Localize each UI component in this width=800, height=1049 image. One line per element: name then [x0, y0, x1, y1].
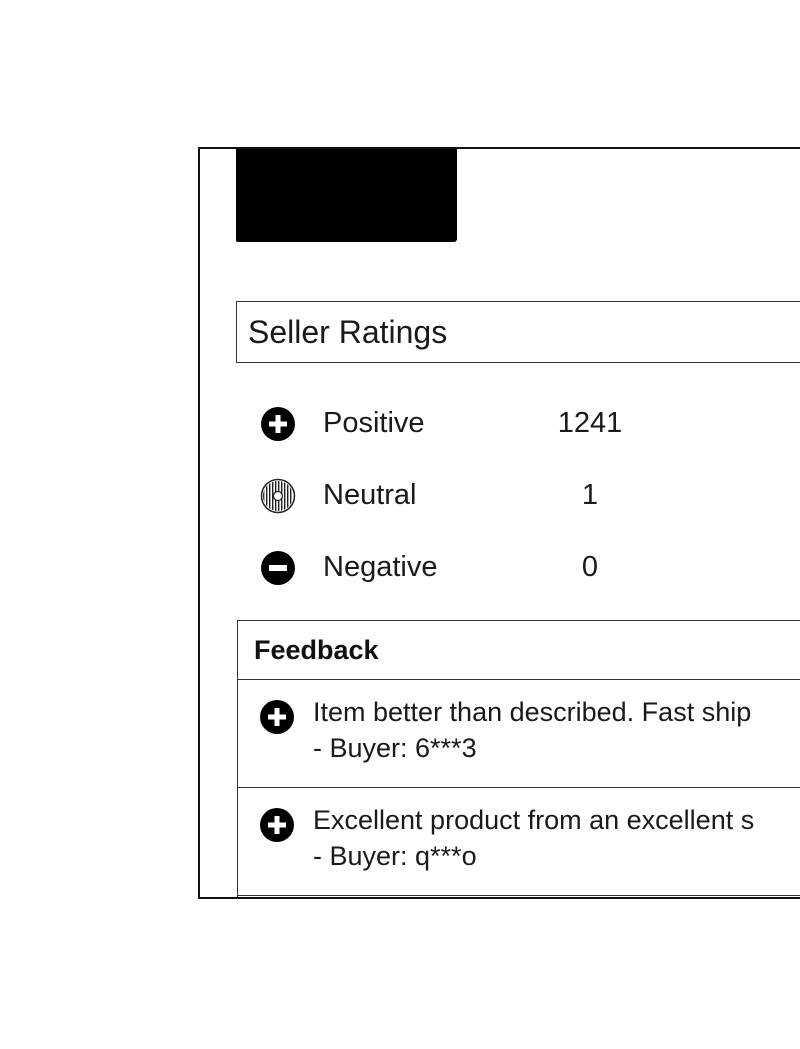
neutral-circle-icon	[260, 478, 296, 514]
redacted-logo-block	[236, 149, 457, 242]
feedback-comment: Excellent product from an excellent s	[313, 805, 755, 835]
feedback-buyer: - Buyer: 6***3	[313, 733, 477, 763]
seller-ratings-title: Seller Ratings	[248, 313, 448, 350]
rating-row-positive: Positive 1241	[260, 402, 760, 446]
seller-profile-frame: Seller Ratings Positive 1241 Neutral 1 N…	[198, 147, 800, 899]
feedback-text: Item better than described. Fast ship - …	[313, 694, 751, 766]
plus-circle-icon	[259, 699, 295, 735]
plus-circle-icon	[260, 406, 296, 442]
plus-circle-icon	[259, 807, 295, 843]
feedback-header: Feedback	[238, 621, 800, 680]
rating-count-negative: 0	[581, 551, 599, 583]
seller-ratings-header: Seller Ratings	[236, 301, 800, 363]
rating-label-positive: Positive	[323, 407, 425, 439]
feedback-buyer: - Buyer: q***o	[313, 841, 477, 871]
rating-count-positive: 1241	[557, 407, 623, 439]
minus-circle-icon	[260, 550, 296, 586]
rating-row-neutral: Neutral 1	[260, 474, 760, 518]
rating-label-negative: Negative	[323, 551, 438, 583]
feedback-comment: Item better than described. Fast ship	[313, 697, 752, 727]
rating-row-negative: Negative 0	[260, 546, 760, 590]
rating-label-neutral: Neutral	[323, 479, 417, 511]
feedback-panel: Feedback Item better than described. Fas…	[237, 620, 800, 897]
feedback-title: Feedback	[254, 634, 379, 665]
rating-count-neutral: 1	[581, 479, 599, 511]
feedback-text: Excellent product from an excellent s - …	[313, 802, 754, 874]
feedback-item: Item better than described. Fast ship - …	[238, 680, 800, 788]
feedback-item: Excellent product from an excellent s - …	[238, 788, 800, 896]
